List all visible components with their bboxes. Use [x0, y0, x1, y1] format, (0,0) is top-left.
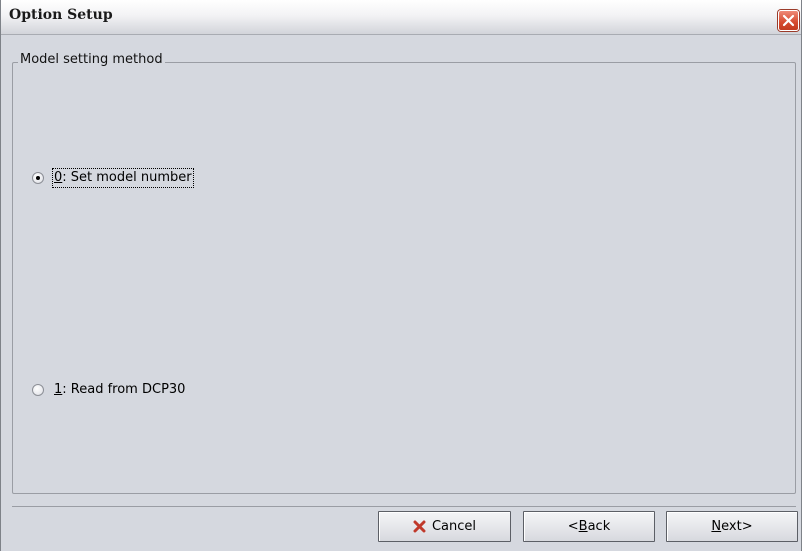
model-setting-groupbox: [12, 62, 796, 494]
next-label: Next>: [711, 519, 752, 534]
back-prefix: <: [567, 519, 579, 534]
back-label: <Back: [568, 519, 610, 534]
next-button[interactable]: Next>: [666, 511, 798, 542]
next-rest: ext>: [721, 519, 753, 534]
label-text: : Read from DCP30: [62, 382, 186, 397]
radio-label-read-from-dcp30[interactable]: 1: Read from DCP30: [54, 382, 185, 398]
back-mnemonic: B: [578, 519, 588, 534]
cancel-label: Cancel: [431, 519, 477, 534]
title-bar[interactable]: Option Setup: [1, 0, 801, 35]
footer-separator: [12, 506, 796, 507]
radio-option-set-model-number[interactable]: 0: Set model number: [32, 168, 194, 188]
radio-button-unchecked[interactable]: [32, 384, 44, 396]
back-button[interactable]: <Back: [523, 511, 655, 542]
radio-option-read-from-dcp30[interactable]: 1: Read from DCP30: [32, 382, 185, 398]
back-rest: ack: [587, 519, 611, 534]
option-setup-window: Option Setup Model setting method 0: Set…: [0, 0, 802, 551]
radio-label-set-model-number[interactable]: 0: Set model number: [52, 168, 194, 188]
cancel-x-icon: [413, 520, 426, 533]
groupbox-legend: Model setting method: [18, 52, 165, 68]
close-icon: [782, 14, 795, 27]
close-button[interactable]: [778, 10, 799, 31]
next-mnemonic: N: [711, 519, 722, 534]
cancel-button[interactable]: Cancel: [378, 511, 511, 542]
window-title: Option Setup: [9, 7, 113, 23]
label-text: : Set model number: [62, 170, 192, 185]
radio-button-checked[interactable]: [32, 172, 44, 184]
